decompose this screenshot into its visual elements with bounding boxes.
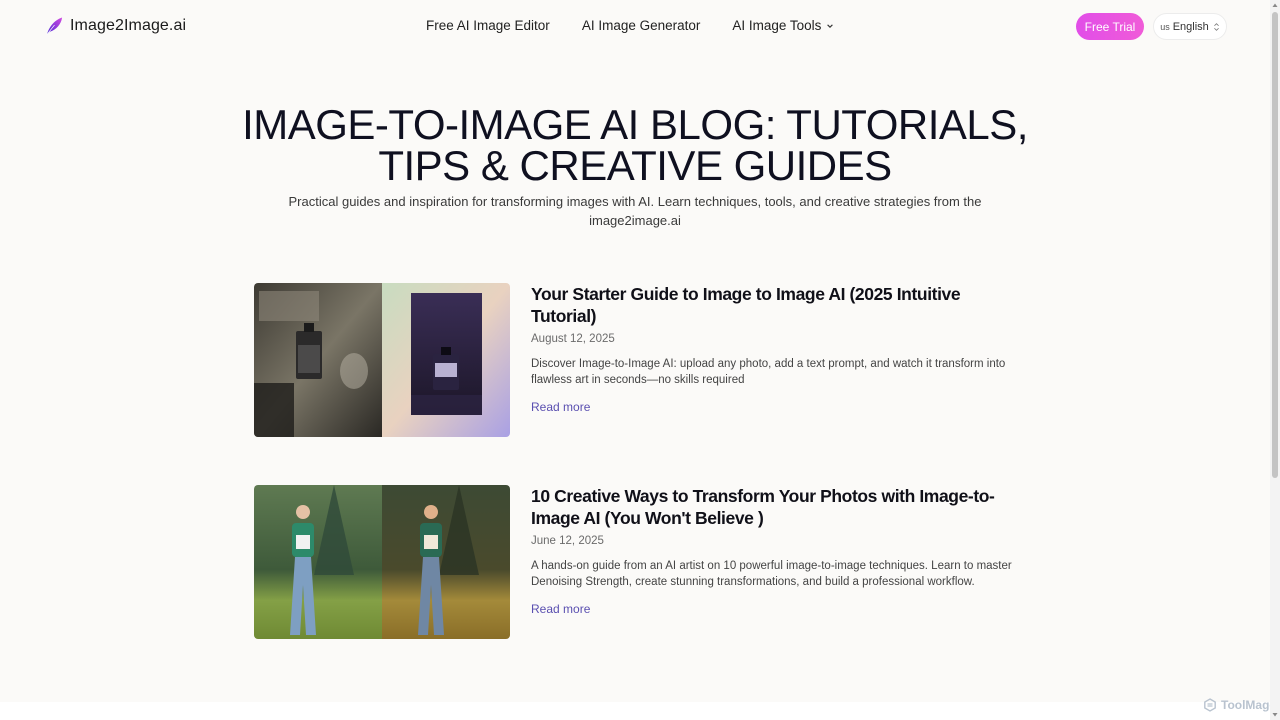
- nav-ai-image-tools[interactable]: AI Image Tools: [732, 18, 834, 33]
- post-title[interactable]: 10 Creative Ways to Transform Your Photo…: [531, 485, 1024, 529]
- language-label: English: [1172, 20, 1209, 33]
- post-title[interactable]: Your Starter Guide to Image to Image AI …: [531, 283, 1024, 327]
- perfume-before-after-image: [254, 283, 510, 437]
- footer-band: [0, 702, 1270, 720]
- page-scrollbar[interactable]: [1270, 0, 1280, 720]
- watermark: ToolMage: [1203, 698, 1276, 712]
- scroll-up-arrow-icon[interactable]: [1272, 2, 1278, 8]
- site-header: Image2Image.ai Free AI Image Editor AI I…: [0, 0, 1270, 54]
- portrait-before-after-image: [254, 485, 510, 639]
- post-date: August 12, 2025: [531, 333, 615, 345]
- scrollbar-thumb[interactable]: [1272, 12, 1278, 478]
- hexagon-logo-icon: [1204, 698, 1216, 712]
- read-more-link[interactable]: Read more: [531, 602, 590, 616]
- page-title-line-1: IMAGE-TO-IMAGE AI BLOG: TUTORIALS,: [242, 101, 1028, 148]
- post-date: June 12, 2025: [531, 535, 604, 547]
- post-content: Your Starter Guide to Image to Image AI …: [531, 283, 1024, 416]
- page-title-line-2: TIPS & CREATIVE GUIDES: [378, 142, 892, 189]
- feather-logo-icon: [46, 17, 63, 35]
- chevron-down-icon: [827, 23, 834, 28]
- scroll-down-arrow-icon[interactable]: [1272, 712, 1278, 718]
- page-title: IMAGE-TO-IMAGE AI BLOG: TUTORIALS, TIPS …: [0, 101, 1270, 189]
- nav-free-ai-image-editor[interactable]: Free AI Image Editor: [426, 18, 550, 33]
- free-trial-button[interactable]: Free Trial: [1076, 13, 1144, 40]
- logo-text: Image2Image.ai: [70, 17, 187, 34]
- post-content: 10 Creative Ways to Transform Your Photo…: [531, 485, 1024, 618]
- post-thumbnail-portrait[interactable]: [254, 485, 510, 639]
- us-flag-icon: us: [1160, 21, 1170, 32]
- nav-ai-image-generator[interactable]: AI Image Generator: [582, 18, 701, 33]
- main-nav: Free AI Image Editor AI Image Generator …: [426, 18, 866, 33]
- logo[interactable]: Image2Image.ai: [45, 16, 186, 36]
- post-description: A hands-on guide from an AI artist on 10…: [531, 560, 1012, 588]
- watermark-text: ToolMage: [1221, 698, 1277, 712]
- nav-ai-image-tools-label: AI Image Tools: [732, 18, 822, 33]
- post-description: Discover Image-to-Image AI: upload any p…: [531, 358, 1006, 386]
- chevron-up-down-icon: [1213, 22, 1219, 31]
- page-subtitle: Practical guides and inspiration for tra…: [288, 194, 982, 228]
- read-more-link[interactable]: Read more: [531, 400, 590, 414]
- post-thumbnail-perfume[interactable]: [254, 283, 510, 437]
- language-selector[interactable]: us English: [1153, 13, 1227, 40]
